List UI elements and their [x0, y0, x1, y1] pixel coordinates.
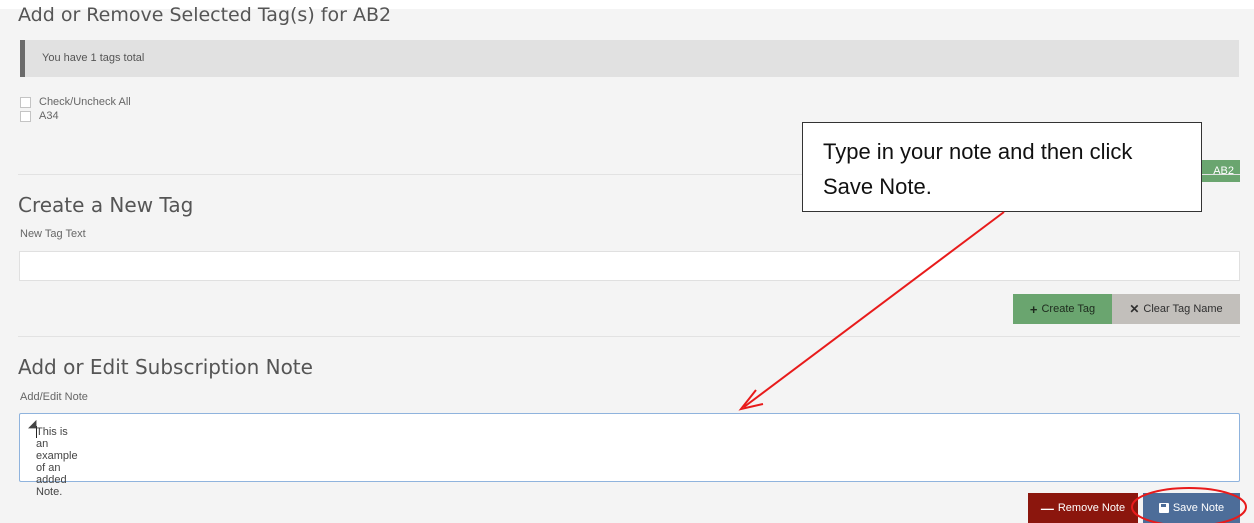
annotation-arrowhead [738, 389, 764, 411]
annotation-overlay [738, 211, 1247, 523]
save-note-highlight-circle [1131, 487, 1247, 523]
annotation-arrow-line [743, 211, 1005, 408]
